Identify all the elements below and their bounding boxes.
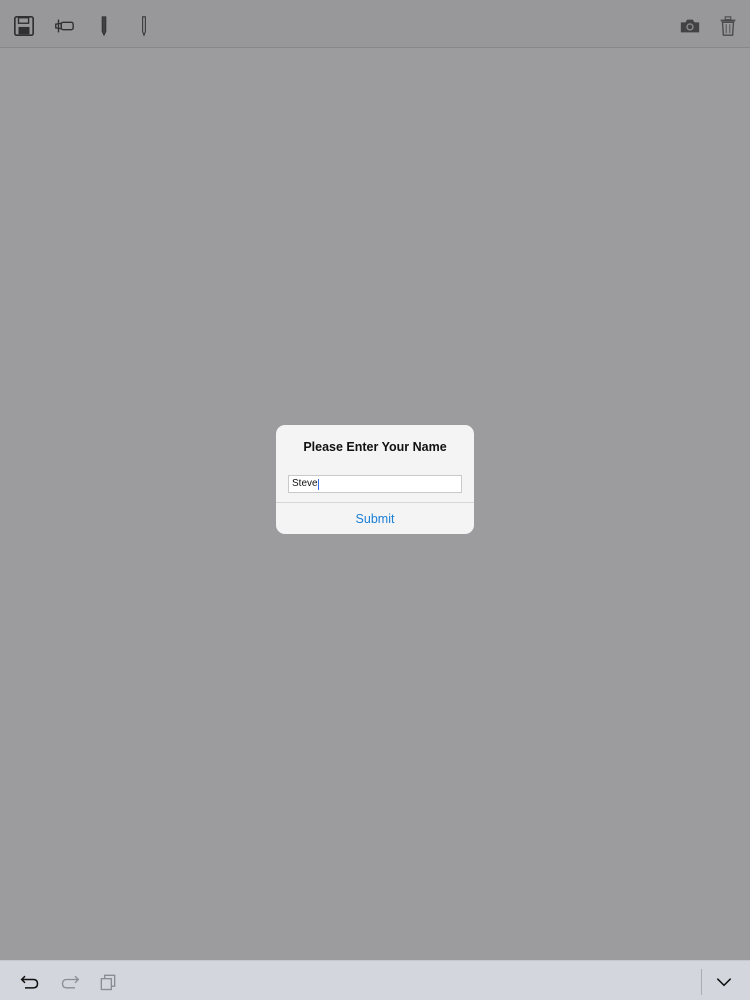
keyboard-accessory-bar xyxy=(0,960,750,1000)
keyboard-bar-divider xyxy=(701,969,702,995)
name-alert-dialog: Please Enter Your Name Steve Submit xyxy=(276,425,474,534)
submit-button[interactable]: Submit xyxy=(276,503,474,534)
undo-icon[interactable] xyxy=(18,970,42,994)
alert-title: Please Enter Your Name xyxy=(303,440,447,454)
text-caret xyxy=(318,478,320,490)
dismiss-keyboard-icon[interactable] xyxy=(712,970,736,994)
name-input-value: Steve xyxy=(292,478,318,489)
redo-icon[interactable] xyxy=(58,970,82,994)
name-input[interactable]: Steve xyxy=(288,475,462,493)
paste-icon[interactable] xyxy=(96,970,120,994)
